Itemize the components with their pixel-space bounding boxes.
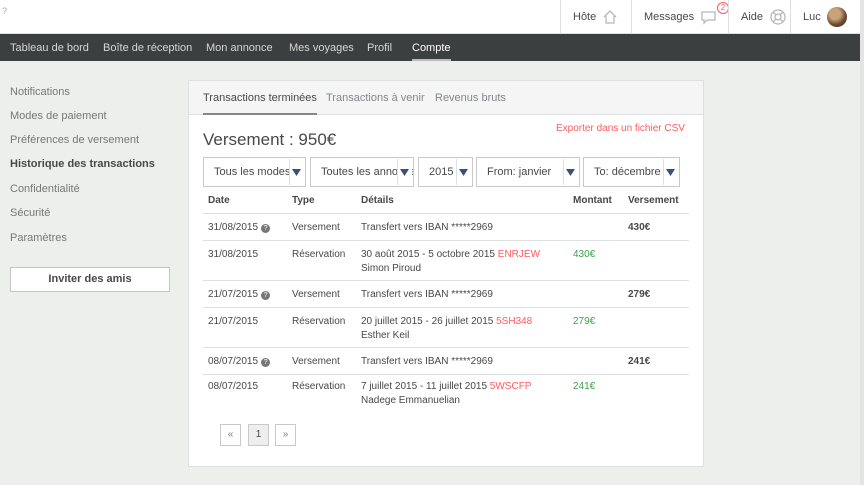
chevron-down-icon bbox=[563, 159, 578, 185]
row-payout: 279€ bbox=[628, 289, 651, 300]
pagination-page-1[interactable]: 1 bbox=[248, 424, 269, 446]
host-label: Hôte bbox=[573, 11, 597, 23]
row-date: 08/07/2015? bbox=[208, 356, 271, 367]
table-row: 21/07/2015 Réservation 20 juillet 2015 -… bbox=[203, 307, 689, 347]
nav-listing[interactable]: Mon annonce bbox=[206, 34, 273, 61]
row-payout: 241€ bbox=[628, 356, 651, 367]
row-details: 20 juillet 2015 - 26 juillet 2015 5SH348 bbox=[361, 316, 533, 327]
row-details: 7 juillet 2015 - 11 juillet 2015 5WSCFP bbox=[361, 381, 532, 392]
row-amount: 430€ bbox=[573, 249, 596, 260]
row-type: Réservation bbox=[292, 381, 346, 392]
row-date: 08/07/2015 bbox=[208, 381, 259, 392]
page-scrollbar[interactable] bbox=[860, 0, 864, 485]
column-header-details: Détails bbox=[361, 195, 394, 206]
row-amount: 241€ bbox=[573, 381, 596, 392]
sidebar-item-transaction-history[interactable]: Historique des transactions bbox=[10, 158, 155, 170]
payout-total: Versement : 950€ bbox=[203, 130, 337, 149]
row-date: 31/08/2015? bbox=[208, 222, 271, 233]
sidebar-item-security[interactable]: Sécurité bbox=[10, 207, 50, 219]
year-select[interactable]: 2015 bbox=[418, 157, 473, 187]
help-icon[interactable]: ? bbox=[261, 224, 271, 233]
nav-account[interactable]: Compte bbox=[412, 34, 451, 61]
sidebar-item-payment-methods[interactable]: Modes de paiement bbox=[10, 110, 107, 122]
row-guest: Nadege Emmanuelian bbox=[361, 395, 460, 406]
row-amount: 279€ bbox=[573, 316, 596, 327]
column-header-amount: Montant bbox=[573, 195, 612, 206]
row-type: Versement bbox=[292, 222, 340, 233]
avatar bbox=[826, 7, 847, 27]
help-icon[interactable]: ? bbox=[261, 291, 271, 300]
listing-select[interactable]: Toutes les annonces bbox=[310, 157, 414, 187]
from-month-select[interactable]: From: janvier bbox=[476, 157, 580, 187]
user-menu[interactable]: Luc bbox=[790, 0, 860, 34]
from-month-value: From: janvier bbox=[487, 166, 552, 178]
row-date: 21/07/2015 bbox=[208, 316, 259, 327]
top-bar: ? Hôte Messages 2 Aide Luc bbox=[0, 0, 860, 34]
invite-friends-button[interactable]: Inviter des amis bbox=[10, 267, 170, 292]
pagination-prev-button[interactable]: « bbox=[220, 424, 241, 446]
column-header-payout: Versement bbox=[628, 195, 679, 206]
row-type: Versement bbox=[292, 289, 340, 300]
transaction-tabs: Transactions terminées Transactions à ve… bbox=[189, 81, 703, 115]
chevron-down-icon bbox=[456, 159, 471, 185]
row-details: Transfert vers IBAN *****2969 bbox=[361, 289, 493, 300]
table-row: 31/08/2015? Versement Transfert vers IBA… bbox=[203, 213, 689, 240]
confirmation-code-link[interactable]: 5SH348 bbox=[496, 316, 532, 327]
table-row: 08/07/2015? Versement Transfert vers IBA… bbox=[203, 347, 689, 374]
table-row: 31/08/2015 Réservation 30 août 2015 - 5 … bbox=[203, 240, 689, 280]
column-header-date: Date bbox=[208, 195, 230, 206]
pagination-next-button[interactable]: » bbox=[275, 424, 296, 446]
sidebar-item-settings[interactable]: Paramètres bbox=[10, 232, 67, 244]
to-month-select[interactable]: To: décembre bbox=[583, 157, 680, 187]
tab-completed[interactable]: Transactions terminées bbox=[203, 81, 317, 115]
tab-gross-earnings[interactable]: Revenus bruts bbox=[435, 81, 506, 115]
help-icon[interactable]: ? bbox=[261, 358, 271, 367]
mode-select[interactable]: Tous les modes bbox=[203, 157, 306, 187]
column-header-type: Type bbox=[292, 195, 315, 206]
confirmation-code-link[interactable]: 5WSCFP bbox=[490, 381, 532, 392]
row-date: 21/07/2015? bbox=[208, 289, 271, 300]
help-link[interactable]: Aide bbox=[728, 0, 790, 34]
row-date: 31/08/2015 bbox=[208, 249, 259, 260]
tab-upcoming[interactable]: Transactions à venir bbox=[326, 81, 425, 115]
top-nav: Hôte Messages 2 Aide Luc bbox=[560, 0, 860, 34]
sidebar-item-notifications[interactable]: Notifications bbox=[10, 86, 70, 98]
year-select-value: 2015 bbox=[429, 166, 454, 178]
messages-link[interactable]: Messages 2 bbox=[631, 0, 729, 34]
host-link[interactable]: Hôte bbox=[560, 0, 631, 34]
nav-inbox[interactable]: Boîte de réception bbox=[103, 34, 192, 61]
user-label: Luc bbox=[803, 11, 821, 23]
table-row: 08/07/2015 Réservation 7 juillet 2015 - … bbox=[203, 374, 689, 414]
row-guest: Esther Keil bbox=[361, 330, 410, 341]
row-type: Réservation bbox=[292, 249, 346, 260]
messages-label: Messages bbox=[644, 11, 695, 23]
corner-text: ? bbox=[2, 6, 8, 16]
transactions-panel: Transactions terminées Transactions à ve… bbox=[188, 80, 704, 467]
chevron-down-icon bbox=[397, 159, 412, 185]
to-month-value: To: décembre bbox=[594, 166, 661, 178]
table-row: 21/07/2015? Versement Transfert vers IBA… bbox=[203, 280, 689, 307]
row-guest: Simon Piroud bbox=[361, 263, 422, 274]
row-details: Transfert vers IBAN *****2969 bbox=[361, 356, 493, 367]
home-icon bbox=[602, 9, 618, 25]
chat-icon bbox=[700, 9, 718, 25]
sidebar-item-privacy[interactable]: Confidentialité bbox=[10, 183, 80, 195]
help-label: Aide bbox=[741, 11, 764, 23]
chevron-down-icon bbox=[289, 159, 304, 185]
row-type: Versement bbox=[292, 356, 340, 367]
row-details: 30 août 2015 - 5 octobre 2015 ENRJEW bbox=[361, 249, 541, 260]
lifebuoy-icon bbox=[769, 8, 787, 26]
sidebar-item-payout-preferences[interactable]: Préférences de versement bbox=[10, 134, 139, 146]
row-type: Réservation bbox=[292, 316, 346, 327]
main-nav: Tableau de bord Boîte de réception Mon a… bbox=[0, 34, 860, 61]
nav-profile[interactable]: Profil bbox=[367, 34, 392, 61]
row-details: Transfert vers IBAN *****2969 bbox=[361, 222, 493, 233]
nav-dashboard[interactable]: Tableau de bord bbox=[10, 34, 89, 61]
chevron-down-icon bbox=[663, 159, 678, 185]
export-csv-link[interactable]: Exporter dans un fichier CSV bbox=[556, 123, 685, 134]
confirmation-code-link[interactable]: ENRJEW bbox=[498, 249, 540, 260]
row-payout: 430€ bbox=[628, 222, 651, 233]
mode-select-value: Tous les modes bbox=[214, 166, 291, 178]
nav-trips[interactable]: Mes voyages bbox=[289, 34, 354, 61]
